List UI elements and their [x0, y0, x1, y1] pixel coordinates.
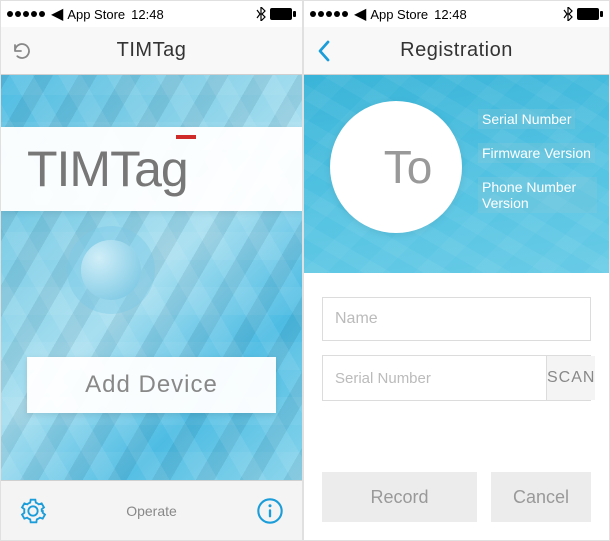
add-device-button[interactable]: Add Device	[27, 357, 276, 413]
device-list-screen: ◀ App Store 12:48 TIMTag TIMTag	[0, 0, 303, 541]
registration-screen: ◀ App Store 12:48 Registration To	[303, 0, 610, 541]
app-title: TIMTag	[27, 140, 188, 198]
bluetooth-icon	[256, 7, 266, 21]
serial-row: SCAN	[322, 355, 591, 401]
scan-button[interactable]: SCAN	[546, 356, 595, 400]
phone-number-version-label: Phone Number Version	[478, 177, 597, 213]
nav-title: TIMTag	[117, 39, 187, 62]
firmware-version-label: Firmware Version	[478, 143, 595, 163]
battery-icon	[577, 8, 603, 20]
status-bar: ◀ App Store 12:48	[304, 1, 609, 27]
bluetooth-icon	[563, 7, 573, 21]
record-button[interactable]: Record	[322, 472, 477, 522]
status-carrier[interactable]: App Store	[67, 7, 125, 22]
app-title-banner: TIMTag	[1, 127, 302, 211]
device-info: Serial Number Firmware Version Phone Num…	[478, 109, 597, 213]
operate-label[interactable]: Operate	[126, 503, 177, 519]
registration-form: SCAN	[304, 273, 609, 401]
gear-icon[interactable]	[19, 497, 47, 525]
name-field[interactable]	[322, 297, 591, 341]
status-time: 12:48	[131, 7, 164, 22]
signal-icon	[310, 11, 348, 17]
accent-dash-icon	[176, 135, 196, 139]
avatar-placeholder: To	[384, 140, 433, 194]
device-header: To Serial Number Firmware Version Phone …	[304, 75, 609, 273]
serial-number-label: Serial Number	[478, 109, 575, 129]
nav-bar: TIMTag	[1, 27, 302, 75]
nav-title: Registration	[400, 39, 513, 62]
cancel-button[interactable]: Cancel	[491, 472, 591, 522]
refresh-icon[interactable]	[11, 40, 33, 62]
avatar[interactable]: To	[330, 101, 462, 233]
back-to-appstore-icon[interactable]: ◀	[51, 4, 63, 24]
status-time: 12:48	[434, 7, 467, 22]
serial-number-field[interactable]	[323, 356, 546, 400]
battery-icon	[270, 8, 296, 20]
back-to-appstore-icon[interactable]: ◀	[354, 4, 366, 24]
nav-bar: Registration	[304, 27, 609, 75]
bottom-actions: Record Cancel	[322, 472, 591, 522]
bottom-toolbar: Operate	[1, 480, 302, 540]
back-button[interactable]	[316, 39, 332, 63]
signal-icon	[7, 11, 45, 17]
status-carrier[interactable]: App Store	[370, 7, 428, 22]
status-bar: ◀ App Store 12:48	[1, 1, 302, 27]
info-icon[interactable]	[256, 497, 284, 525]
